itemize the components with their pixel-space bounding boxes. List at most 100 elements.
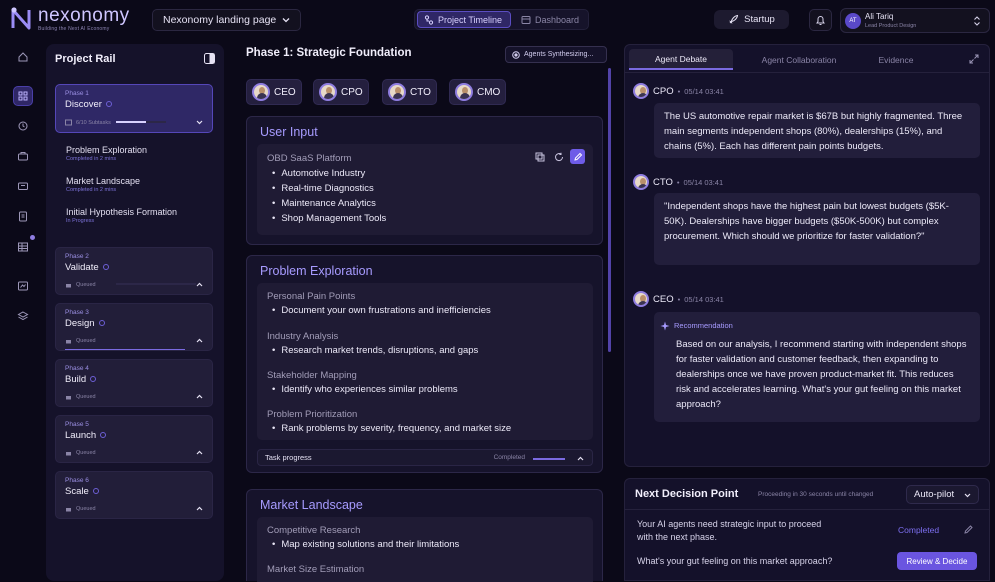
section-title: Competitive Research — [267, 525, 361, 536]
phase-label: Phase 3 — [65, 309, 89, 316]
home-button[interactable] — [13, 47, 33, 67]
refresh-icon — [554, 152, 563, 161]
phase-status-text: Queued — [76, 337, 96, 344]
tab-agent-debate[interactable]: Agent Debate — [629, 49, 733, 70]
agents-status-badge: Agents Synthesizing... — [505, 46, 607, 63]
recommendation-title: Recommendation — [674, 321, 733, 330]
phase-status-text: Queued — [76, 449, 96, 456]
list-item: Shop Management Tools — [272, 213, 386, 224]
pencil-icon[interactable] — [963, 524, 974, 535]
message-time: 05/14 03:41 — [684, 86, 724, 96]
user-menu[interactable]: AT Ali Tariq Lead Product Design — [840, 8, 990, 33]
tab-evidence[interactable]: Evidence — [861, 49, 931, 70]
table-button[interactable] — [13, 235, 35, 257]
stage-button-label: Startup — [744, 14, 775, 25]
problem-exploration-card: Problem Exploration Personal Pain Points… — [246, 255, 603, 473]
refresh-button[interactable] — [551, 149, 566, 164]
chevron-up-icon[interactable] — [195, 392, 204, 401]
stage-button[interactable]: Startup — [714, 10, 789, 29]
top-bar: nexonomy Building the Next AI Economy Ne… — [0, 0, 995, 40]
phase-card-launch[interactable]: Phase 5 Launch Queued — [55, 415, 213, 463]
task-progress-label: Task progress — [265, 453, 312, 462]
agent-name: CEO — [274, 86, 296, 98]
recommendation-text: Based on our analysis, I recommend start… — [676, 339, 967, 410]
chevron-up-icon[interactable] — [195, 280, 204, 289]
task-progress-bar[interactable]: Task progress Completed — [257, 449, 593, 466]
review-decide-button[interactable]: Review & Decide — [897, 552, 977, 570]
clipboard-button[interactable] — [13, 206, 33, 226]
expand-icon[interactable] — [969, 54, 979, 64]
agent-name: CPO — [341, 86, 363, 98]
timeline-nav-button[interactable] — [13, 86, 33, 106]
project-rail: Project Rail Phase 1 Discover 6/10 Subta… — [46, 44, 224, 581]
section-title: Personal Pain Points — [267, 291, 356, 302]
edit-button[interactable] — [570, 149, 585, 164]
dashboard-nav-button[interactable] — [13, 276, 33, 296]
phase-status-text: Queued — [76, 281, 96, 288]
agent-chip-ceo[interactable]: CEO — [246, 79, 302, 105]
agent-chip-cmo[interactable]: CMO — [449, 79, 507, 105]
chevron-up-icon[interactable] — [195, 448, 204, 457]
decision-line-2: with the next phase. — [637, 532, 718, 542]
phase-card-validate[interactable]: Phase 2 Validate Queued — [55, 247, 213, 295]
scrollbar[interactable] — [608, 68, 611, 352]
phase-label: Phase 4 — [65, 365, 89, 372]
copy-button[interactable] — [532, 149, 547, 164]
wallet-button[interactable] — [13, 176, 33, 196]
message-dot: • — [676, 177, 680, 187]
history-button[interactable] — [13, 116, 33, 136]
wallet-icon — [18, 182, 28, 190]
tab-dashboard[interactable]: Dashboard — [515, 11, 587, 28]
panel-toggle-icon[interactable] — [204, 53, 215, 64]
phase-card-design[interactable]: Phase 3 Design Queued — [55, 303, 213, 351]
chevron-up-icon[interactable] — [195, 336, 204, 345]
team-button[interactable] — [13, 146, 33, 166]
notifications-button[interactable] — [809, 9, 832, 31]
phase-status: Queued — [65, 505, 96, 512]
market-landscape-card: Market Landscape Competitive Research Ma… — [246, 489, 603, 582]
lock-icon — [66, 508, 71, 512]
chevron-down-icon — [282, 18, 290, 23]
layers-icon — [17, 311, 29, 321]
phase-name-wrap: Scale — [65, 486, 99, 497]
subtask-item[interactable]: Initial Hypothesis Formation In Progress — [66, 207, 177, 224]
phase-card-scale[interactable]: Phase 6 Scale Queued — [55, 471, 213, 519]
tab-project-timeline[interactable]: Project Timeline — [417, 11, 511, 28]
list-item: Document your own frustrations and ineff… — [272, 305, 490, 316]
phase-name-wrap: Build — [65, 374, 97, 385]
agent-chip-cpo[interactable]: CPO — [313, 79, 369, 105]
section-title: Problem Prioritization — [267, 409, 358, 420]
agent-avatar — [633, 291, 649, 307]
market-landscape-box: Competitive Research Map existing soluti… — [257, 517, 593, 582]
autopilot-select[interactable]: Auto-pilot — [906, 485, 979, 504]
list-item: Rank problems by severity, frequency, an… — [272, 423, 511, 434]
list-item: Automotive Industry — [272, 168, 365, 179]
phase-name-wrap: Launch — [65, 430, 107, 441]
user-input-card: User Input OBD SaaS Platform Automotive … — [246, 116, 603, 245]
logo-icon — [11, 7, 31, 30]
chevron-up-icon[interactable] — [195, 504, 204, 513]
phase-card-build[interactable]: Phase 4 Build Queued — [55, 359, 213, 407]
tab-agent-collaboration[interactable]: Agent Collaboration — [745, 49, 853, 70]
user-input-box[interactable]: OBD SaaS Platform Automotive Industry Re… — [257, 144, 593, 235]
phase-underline — [65, 349, 185, 350]
message-header: CEO • 05/14 03:41 — [633, 291, 724, 307]
brand-name: nexonomy — [38, 4, 130, 26]
phase-card-discover[interactable]: Phase 1 Discover 6/10 Subtasks — [55, 84, 213, 133]
subtask-name: Problem Exploration — [66, 145, 148, 155]
pencil-icon — [573, 152, 582, 161]
problem-exploration-box: Personal Pain Points Document your own f… — [257, 283, 593, 440]
layers-button[interactable] — [13, 306, 33, 326]
chevron-down-icon[interactable] — [195, 118, 204, 127]
project-select[interactable]: Nexonomy landing page — [152, 9, 301, 31]
subtask-item[interactable]: Problem Exploration Completed in 2 mins — [66, 145, 147, 162]
table-icon — [18, 242, 28, 252]
agent-chip-cto[interactable]: CTO — [382, 79, 437, 105]
phase-name-wrap: Discover — [65, 99, 112, 110]
message-bubble: "Independent shops have the highest pain… — [654, 193, 980, 265]
recommendation-bubble: Recommendation Based on our analysis, I … — [654, 312, 980, 422]
subtask-item[interactable]: Market Landscape Completed in 2 mins — [66, 176, 140, 193]
tab-divider — [625, 72, 989, 73]
lock-icon — [66, 284, 71, 288]
task-progress-fill — [533, 458, 565, 460]
